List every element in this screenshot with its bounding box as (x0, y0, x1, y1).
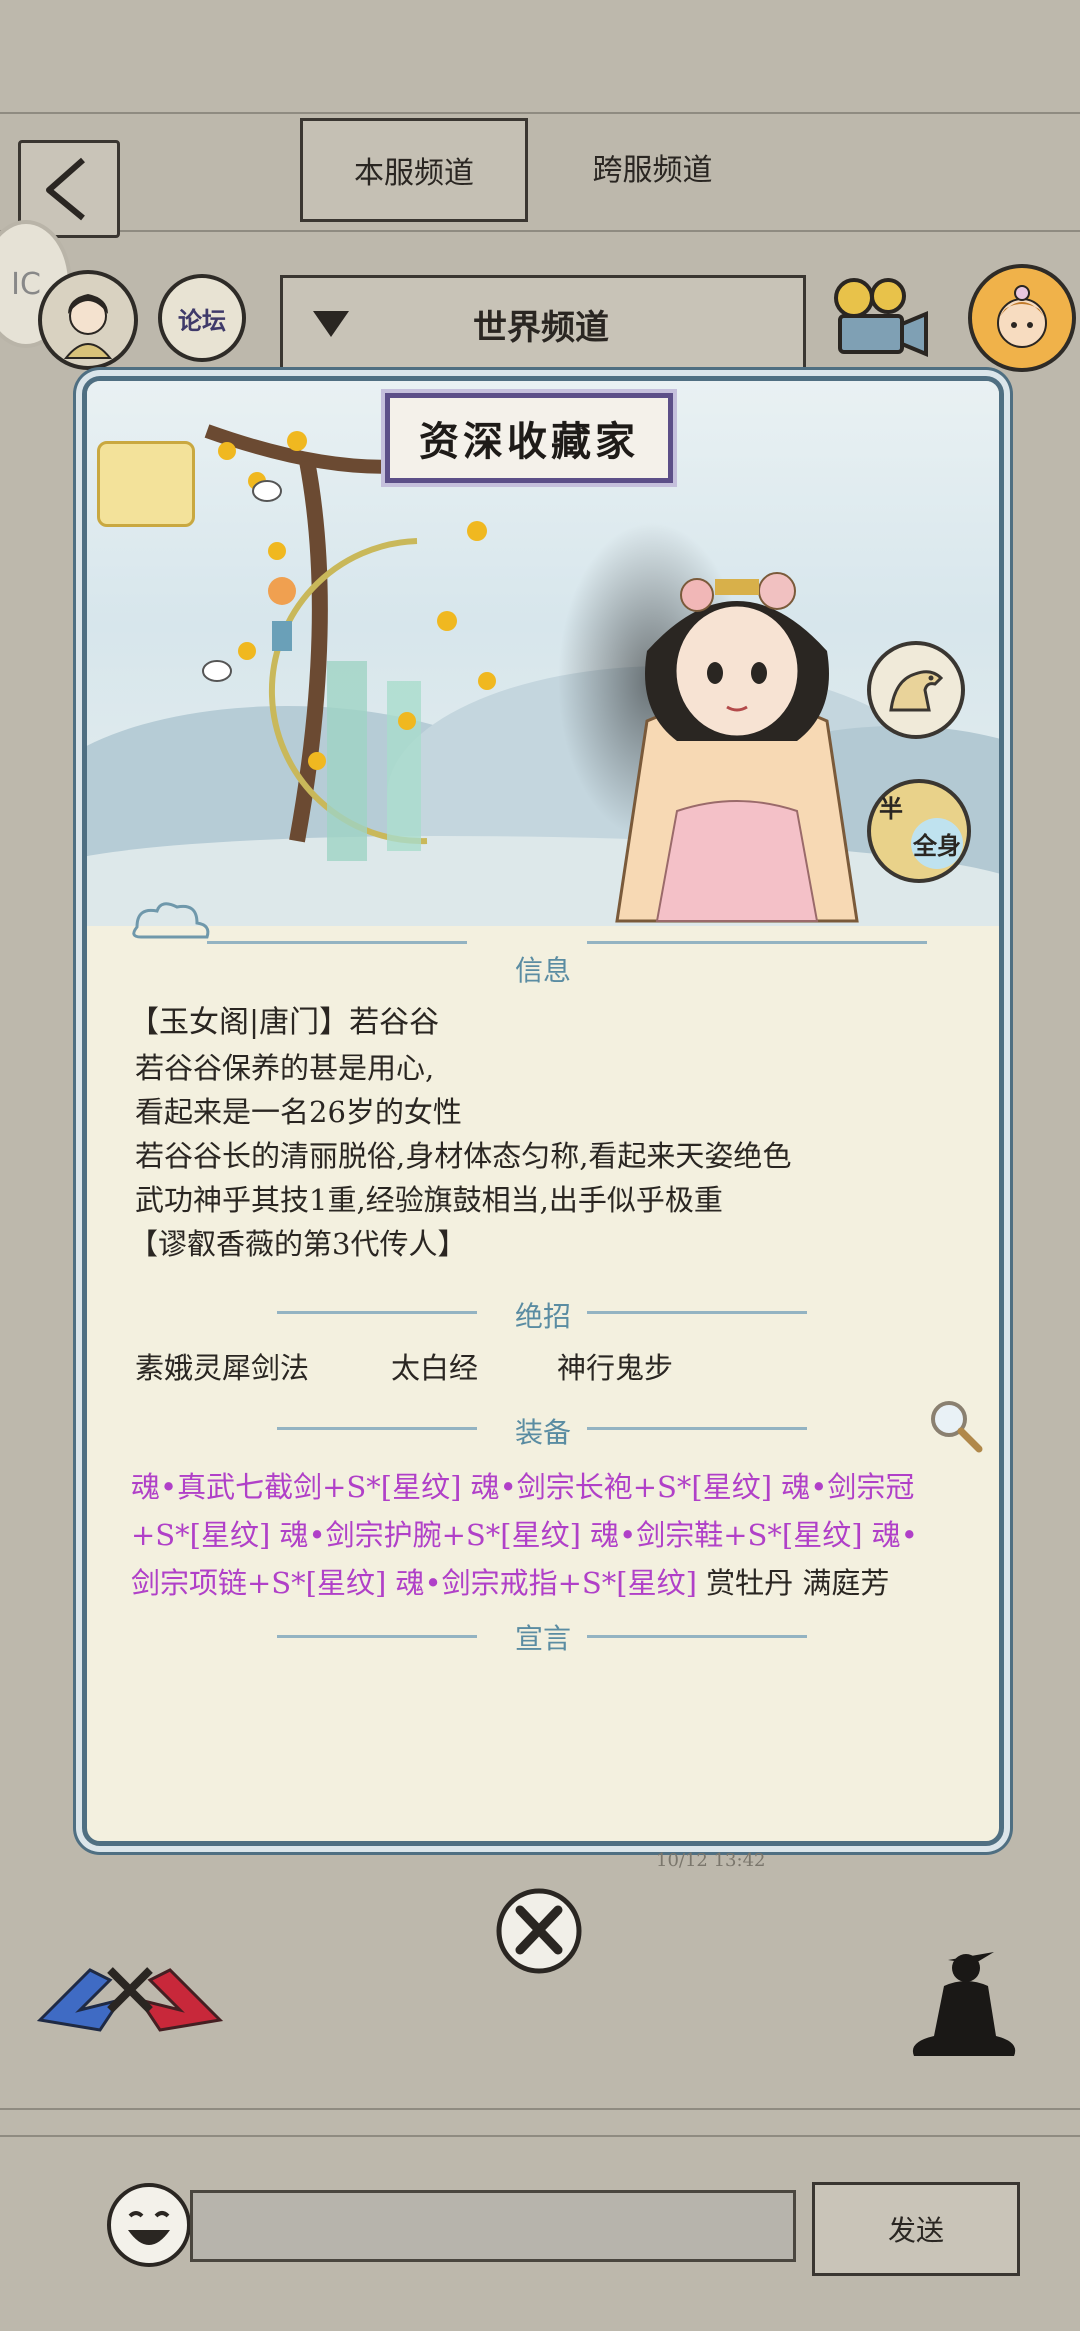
character-portrait (615, 572, 859, 923)
mount-button[interactable] (867, 641, 965, 739)
send-label: 发送 (887, 2214, 944, 2247)
section-title-skills: 绝招 (514, 1300, 571, 1333)
message-timestamp: 10/12 13:42 (656, 1850, 766, 1871)
close-icon (496, 1888, 582, 1974)
skill-item: 素娥灵犀剑法 (135, 1351, 310, 1385)
chat-input[interactable] (190, 2190, 796, 2262)
magnifier-icon (931, 1401, 983, 1453)
equipment-line: 剑宗项链+S*[星纹] 魂•剑宗戒指+S*[星纹] 赏牡丹 满庭芳 (131, 1559, 971, 1607)
equipment-item[interactable]: 剑宗项链+S*[星纹] (131, 1566, 386, 1600)
avatar[interactable] (38, 270, 138, 370)
user-avatar-icon (997, 285, 1047, 348)
equipment-item[interactable]: 魂•剑宗长袍+S*[星纹] (461, 1470, 772, 1504)
half-label: 半 (879, 794, 903, 823)
info-line: 看起来是一名26岁的女性 (135, 1095, 462, 1129)
equipment-item[interactable]: 魂• (863, 1518, 918, 1552)
cloud-ornament-icon (132, 902, 210, 939)
character-scene: 资深收藏家 (87, 381, 999, 926)
tab-server-channel[interactable]: 本服频道 (300, 118, 528, 222)
collector-badge (97, 441, 195, 527)
duel-button[interactable] (30, 1940, 230, 2040)
info-line: 若谷谷保养的甚是用心, (135, 1051, 435, 1085)
info-line: 武功神乎其技1重,经验旗鼓相当,出手似乎极重 (135, 1183, 723, 1217)
title-plate: 资深收藏家 (385, 393, 673, 483)
equipment-item[interactable]: 赏牡丹 满庭芳 (697, 1566, 889, 1600)
dropdown-triangle-icon (313, 311, 349, 337)
lineage-line: 【谬叡香薇的第3代传人】 (129, 1227, 467, 1261)
equipment-item[interactable]: +S*[星纹] (131, 1518, 270, 1552)
skill-item: 太白经 (391, 1351, 479, 1385)
inspect-equipment-button[interactable] (925, 1395, 985, 1455)
player-profile-card: 资深收藏家 半 全身 信息 【玉女阁|唐门】若谷谷 若谷谷保养的甚是用心, 看起… (82, 376, 1004, 1846)
avatar-icon (63, 294, 113, 359)
emoji-icon (107, 2183, 191, 2267)
equipment-item[interactable]: 魂•剑宗戒指+S*[星纹] (386, 1566, 697, 1600)
equipment-item[interactable]: 魂•剑宗冠 (772, 1470, 914, 1504)
equipment-line: 魂•真武七截剑+S*[星纹] 魂•剑宗长袍+S*[星纹] 魂•剑宗冠 (131, 1463, 971, 1511)
forum-label: 论坛 (178, 305, 226, 335)
equipment-item[interactable]: 魂•剑宗鞋+S*[星纹] (581, 1518, 862, 1552)
close-card-button[interactable] (494, 1886, 584, 1976)
camera-icon (834, 278, 928, 357)
send-button[interactable]: 发送 (812, 2182, 1020, 2276)
equipment-item[interactable]: 魂•剑宗护腕+S*[星纹] (270, 1518, 581, 1552)
section-title-info: 信息 (514, 954, 571, 987)
forum-button[interactable]: 论坛 (158, 274, 246, 362)
equipment-item[interactable]: 魂•真武七截剑+S*[星纹] (131, 1470, 461, 1504)
meditate-icon (912, 1952, 1016, 2056)
emoji-button[interactable] (104, 2180, 194, 2270)
info-line: 若谷谷长的清丽脱俗,身材体态匀称,看起来天姿绝色 (135, 1139, 792, 1173)
channel-title: 世界频道 (473, 307, 609, 348)
back-icon (46, 157, 85, 221)
equipment-line: +S*[星纹] 魂•剑宗护腕+S*[星纹] 魂•剑宗鞋+S*[星纹] 魂• (131, 1511, 971, 1559)
section-title-declaration: 宣言 (514, 1622, 571, 1655)
horse-icon (889, 670, 944, 712)
floating-widget-icon: IC (11, 266, 41, 302)
tab-cross-server-channel[interactable]: 跨服频道 (560, 118, 745, 216)
equipment-list: 魂•真武七截剑+S*[星纹] 魂•剑宗长袍+S*[星纹] 魂•剑宗冠 +S*[星纹… (131, 1463, 971, 1607)
section-title-equipment: 装备 (514, 1416, 571, 1449)
moon-branch-illustration (202, 424, 521, 861)
player-name-line: 【玉女阁|唐门】若谷谷 (129, 1005, 440, 1040)
user-avatar[interactable] (968, 264, 1076, 372)
camera-button[interactable] (826, 272, 936, 364)
full-label: 全身 (911, 818, 963, 869)
skill-item: 神行鬼步 (557, 1351, 674, 1385)
channel-selector[interactable]: 世界频道 (280, 275, 806, 373)
versus-icon (36, 1967, 224, 2032)
meditate-button[interactable] (904, 1946, 1024, 2066)
portrait-toggle-button[interactable]: 半 全身 (867, 779, 971, 883)
